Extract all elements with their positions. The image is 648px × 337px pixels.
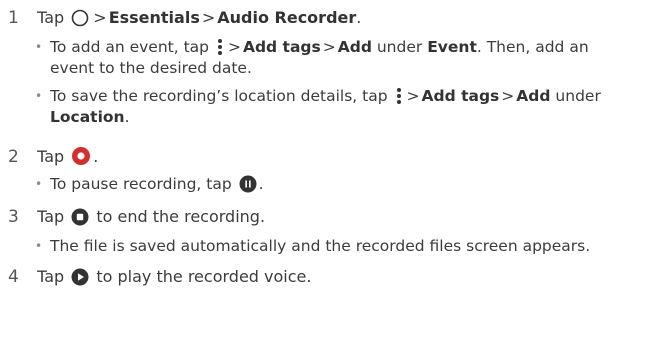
stop-icon xyxy=(71,208,89,226)
bullet: • xyxy=(35,239,43,253)
step-1: 1 Tap > Essentials > Audio Recorder. xyxy=(8,8,362,28)
bullet: • xyxy=(35,40,43,54)
step-text: Tap xyxy=(37,8,65,27)
step-number: 4 xyxy=(8,267,19,287)
bullet: • xyxy=(35,177,43,191)
step-3: 3 Tap to end the recording. xyxy=(8,207,266,227)
more-vertical-icon xyxy=(217,39,222,55)
record-icon xyxy=(72,147,91,165)
home-circle-icon xyxy=(71,9,89,27)
sub-item-event: • To add an event, tap > Add tags > Add und… xyxy=(35,38,589,77)
step-2: 2 Tap . xyxy=(8,147,99,167)
play-icon xyxy=(71,268,89,286)
path-essentials: Essentials xyxy=(108,8,200,27)
sub-item-saved: • The file is saved automatically and th… xyxy=(35,237,591,255)
instruction-document: 1 Tap > Essentials > Audio Recorder. • To a… xyxy=(0,0,648,337)
bullet: • xyxy=(35,89,43,103)
step-number: 1 xyxy=(8,8,19,28)
more-vertical-icon xyxy=(396,88,401,104)
sub-item-pause: • To pause recording, tap . xyxy=(35,175,264,193)
sub-item-location: • To save the recording’s location detai… xyxy=(35,87,601,126)
step-number: 2 xyxy=(8,147,19,167)
step-number: 3 xyxy=(8,207,19,227)
step-4: 4 Tap to play the recorded voice. xyxy=(8,267,312,287)
path-audio-recorder: Audio Recorder xyxy=(217,8,357,27)
pause-icon xyxy=(239,175,257,193)
